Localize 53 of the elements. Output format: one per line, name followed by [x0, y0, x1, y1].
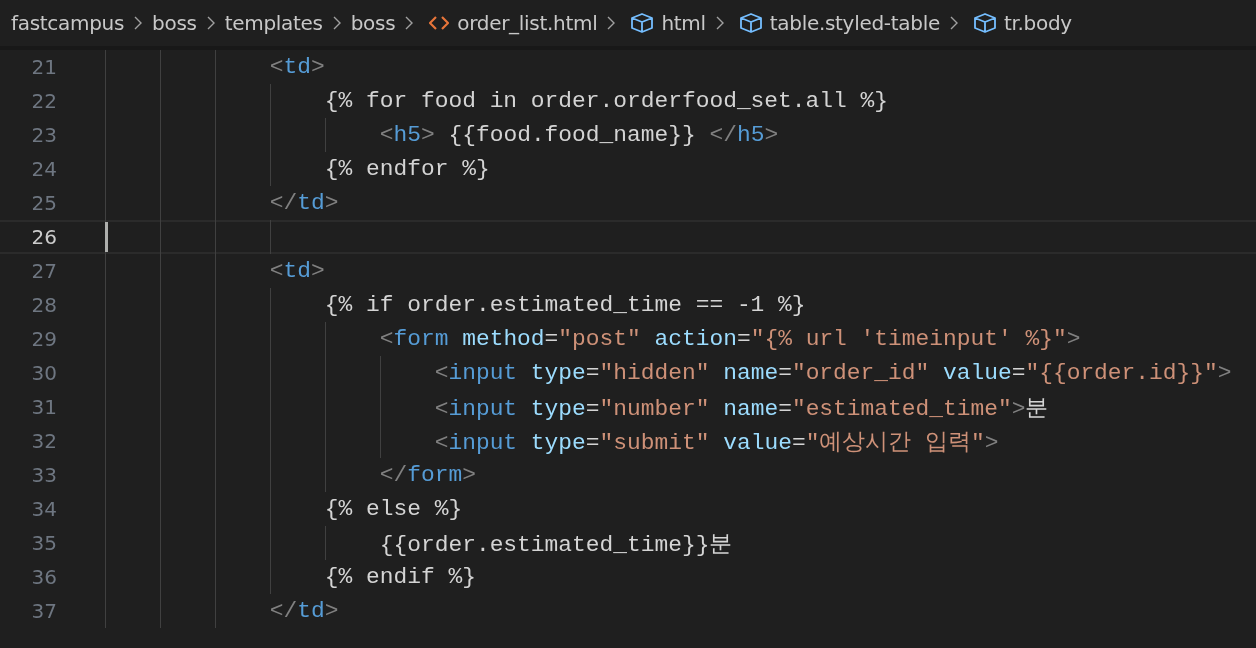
- line-number: 21: [30, 55, 57, 79]
- line-number: 22: [30, 89, 57, 113]
- code-line: {{order.estimated_time}}분: [378, 530, 733, 559]
- code-line: {% for food in order.orderfood_set.all %}: [323, 88, 888, 114]
- chevron-right-icon: [949, 16, 958, 30]
- line-number: 32: [30, 429, 57, 453]
- line-number: 28: [30, 293, 57, 317]
- breadcrumb-item[interactable]: order_list.html: [457, 11, 598, 35]
- code-line: </td>: [268, 190, 339, 216]
- breadcrumb-item[interactable]: table.styled-table: [769, 11, 940, 35]
- cube-icon: [973, 13, 996, 33]
- code-line: {% if order.estimated_time == -1 %}: [323, 292, 806, 318]
- line-number: 27: [30, 259, 57, 283]
- breadcrumb-item[interactable]: boss: [350, 11, 396, 35]
- text-cursor: [105, 222, 108, 252]
- code-line: <td>: [268, 258, 325, 284]
- code-line: <input type="submit" value="예상시간 입력">: [433, 428, 999, 457]
- line-number: 26: [30, 225, 57, 249]
- line-number: 31: [30, 395, 57, 419]
- chevron-right-icon: [405, 16, 414, 30]
- line-number: 34: [30, 497, 57, 521]
- line-number: 36: [30, 565, 57, 589]
- line-number: 24: [30, 157, 57, 181]
- chevron-right-icon: [206, 16, 215, 30]
- line-number: 37: [30, 599, 57, 623]
- code-line: <form method="post" action="{% url 'timeinput' %}">: [378, 326, 1081, 352]
- code-line: </form>: [378, 462, 476, 488]
- chevron-right-icon: [715, 16, 724, 30]
- chevron-right-icon: [134, 16, 143, 30]
- breadcrumb-item[interactable]: fastcampus: [11, 11, 125, 35]
- chevron-right-icon: [607, 16, 616, 30]
- line-number: 25: [30, 191, 57, 215]
- breadcrumb-item[interactable]: boss: [152, 11, 197, 35]
- line-number: 30: [30, 361, 57, 385]
- code-line: <input type="hidden" name="order_id" value="{{order.id}}">: [433, 360, 1232, 386]
- breadcrumb-item[interactable]: tr.body: [1003, 11, 1072, 35]
- line-number: 33: [30, 463, 57, 487]
- code-line: <input type="number" name="estimated_time">분: [433, 394, 1049, 423]
- cube-icon: [631, 13, 654, 33]
- chevron-right-icon: [332, 16, 341, 30]
- code-line: </td>: [268, 598, 339, 624]
- breadcrumb-item[interactable]: templates: [224, 11, 323, 35]
- code-line: {% endfor %}: [323, 156, 490, 182]
- breadcrumb-item[interactable]: html: [661, 11, 706, 35]
- code-brackets-icon: [429, 15, 450, 31]
- cube-icon: [739, 13, 762, 33]
- line-number: 35: [30, 531, 57, 555]
- code-line: <td>: [268, 54, 325, 80]
- code-line: {% endif %}: [323, 564, 476, 590]
- code-line: {% else %}: [323, 496, 463, 522]
- line-number: 29: [30, 327, 57, 351]
- line-number: 23: [30, 123, 57, 147]
- code-line: <h5> {{food.food_name}} </h5>: [378, 122, 779, 148]
